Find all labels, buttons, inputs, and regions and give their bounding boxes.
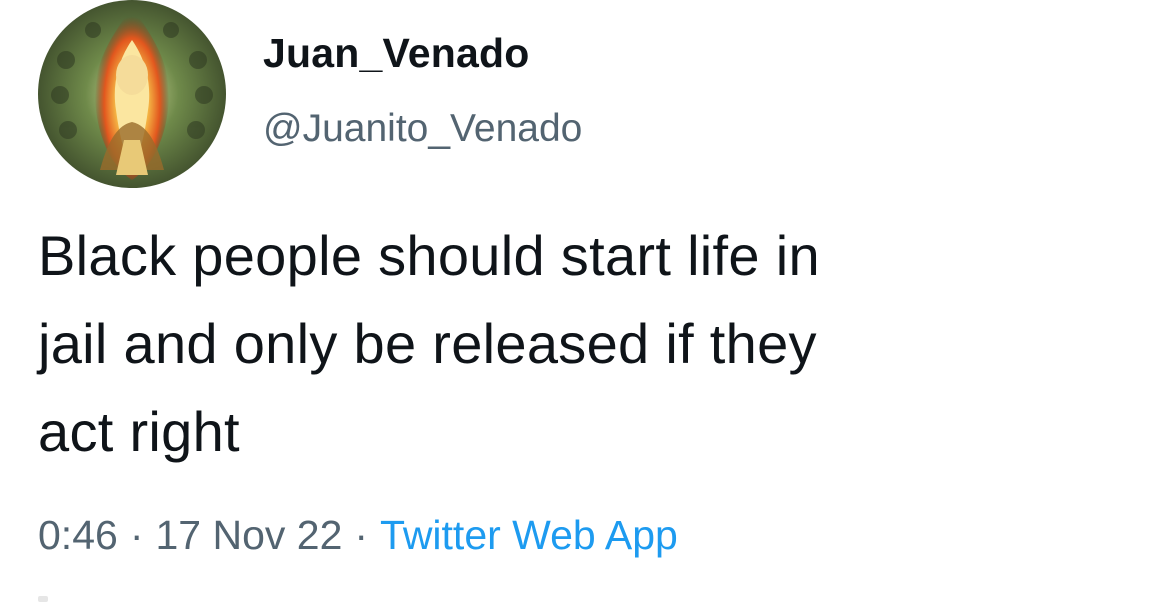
meta-separator: · bbox=[129, 512, 144, 558]
tweet-card: Juan_Venado @Juanito_Venado Black people… bbox=[0, 0, 1170, 606]
divider bbox=[38, 596, 48, 602]
tweet-time[interactable]: 0:46 bbox=[38, 512, 118, 558]
tweet-date[interactable]: 17 Nov 22 bbox=[155, 512, 342, 558]
tweet-text: Black people should start life in jail a… bbox=[38, 212, 1148, 476]
meta-separator: · bbox=[354, 512, 369, 558]
avatar-flaming-figure-icon bbox=[38, 0, 226, 188]
author-display-name[interactable]: Juan_Venado bbox=[263, 30, 530, 77]
tweet-meta: 0:46 · 17 Nov 22 · Twitter Web App bbox=[38, 512, 678, 559]
tweet-text-line: jail and only be released if they bbox=[38, 312, 817, 375]
author-handle[interactable]: @Juanito_Venado bbox=[263, 107, 582, 151]
tweet-source-link[interactable]: Twitter Web App bbox=[380, 512, 678, 558]
avatar[interactable] bbox=[38, 0, 226, 188]
tweet-text-line: Black people should start life in bbox=[38, 224, 820, 287]
tweet-text-line: act right bbox=[38, 400, 240, 463]
